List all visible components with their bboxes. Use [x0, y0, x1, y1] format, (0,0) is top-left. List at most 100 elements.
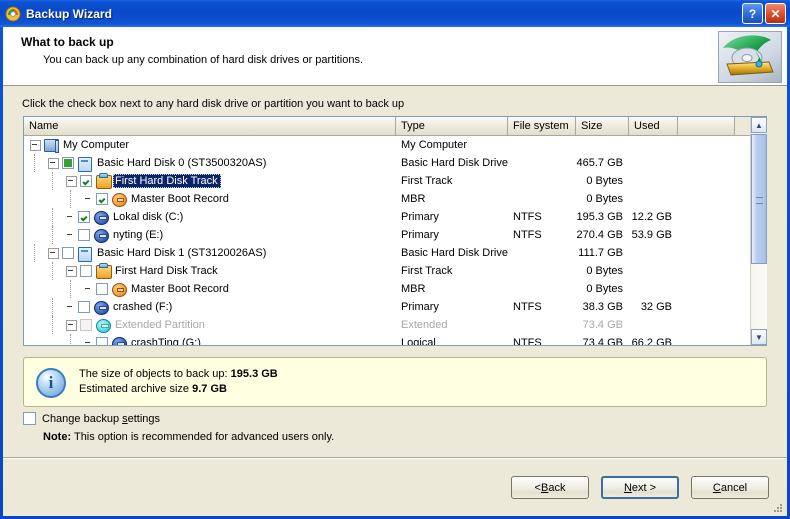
column-header-type[interactable]: Type: [396, 117, 508, 135]
cell-name: Basic Hard Disk 1 (ST3120026AS): [24, 244, 396, 262]
row-checkbox[interactable]: [80, 265, 92, 277]
table-row[interactable]: crashed (F:) Primary NTFS 38.3 GB 32 GB: [24, 298, 751, 316]
row-checkbox[interactable]: [78, 301, 90, 313]
column-header-name[interactable]: Name: [24, 117, 396, 135]
tree-spacer: [66, 213, 75, 222]
row-checkbox[interactable]: [80, 175, 92, 187]
change-backup-settings-row[interactable]: Change backup settings: [23, 412, 160, 425]
table-row[interactable]: First Hard Disk Track First Track 0 Bytes: [24, 262, 751, 280]
table-row[interactable]: Extended Partition Extended 73.4 GB: [24, 316, 751, 334]
collapse-icon[interactable]: [48, 247, 59, 259]
tree-indent: [24, 262, 66, 280]
settings-note: Note: This option is recommended for adv…: [43, 431, 334, 443]
separator: [3, 457, 787, 459]
backup-wizard-window: Backup Wizard ? ✕ What to back up You ca…: [0, 0, 790, 519]
cell-filesystem: NTFS: [513, 229, 542, 241]
cell-type: My Computer: [401, 139, 468, 151]
table-row[interactable]: Basic Hard Disk 0 (ST3500320AS) Basic Har…: [24, 154, 751, 172]
cell-name: Master Boot Record: [24, 280, 396, 298]
table-row[interactable]: My Computer My Computer: [24, 136, 751, 154]
page-title: What to back up: [21, 35, 114, 49]
cell-size: 38.3 GB: [582, 301, 623, 313]
cell-size: 111.7 GB: [578, 247, 623, 259]
table-row[interactable]: nyting (E:) Primary NTFS 270.4 GB 53.9 GB: [24, 226, 751, 244]
cell-type: Basic Hard Disk Drive: [401, 247, 508, 259]
cell-type: First Track: [401, 175, 453, 187]
back-post: ack: [548, 481, 566, 494]
back-button[interactable]: < Back: [511, 476, 589, 499]
row-name-label: crashed (F:): [113, 301, 173, 313]
cell-name: Master Boot Record: [24, 190, 396, 208]
cell-size: 73.4 GB: [582, 337, 623, 345]
column-header-file-system[interactable]: File system: [508, 117, 576, 135]
row-checkbox[interactable]: [78, 229, 90, 241]
cell-size: 0 Bytes: [586, 193, 623, 205]
column-header-size[interactable]: Size: [576, 117, 629, 135]
table-row[interactable]: Lokal disk (C:) Primary NTFS 195.3 GB 12.2 G…: [24, 208, 751, 226]
cell-used: 66.2 GB: [631, 337, 672, 345]
row-checkbox[interactable]: [96, 337, 108, 345]
table-row[interactable]: First Hard Disk Track First Track 0 Bytes: [24, 172, 751, 190]
cell-type: Logical: [401, 337, 436, 345]
column-headers: Name Type File system Size Used: [24, 117, 766, 136]
cell-name: Extended Partition: [24, 316, 396, 334]
collapse-icon[interactable]: [66, 175, 77, 187]
table-row[interactable]: crashTing (G:) Logical NTFS 73.4 GB 66.2 GB: [24, 334, 751, 345]
cell-size: 73.4 GB: [582, 319, 623, 331]
page-subtitle: You can back up any combination of hard …: [43, 54, 363, 66]
column-header-used[interactable]: Used: [629, 117, 678, 135]
table-row[interactable]: Basic Hard Disk 1 (ST3120026AS) Basic Har…: [24, 244, 751, 262]
partition-icon: [94, 210, 110, 225]
row-checkbox[interactable]: [62, 247, 74, 259]
table-row[interactable]: Master Boot Record MBR 0 Bytes: [24, 280, 751, 298]
row-name-label: Basic Hard Disk 0 (ST3500320AS): [97, 157, 267, 169]
help-button[interactable]: ?: [742, 3, 763, 24]
collapse-icon[interactable]: [66, 319, 77, 331]
tree-indent: [24, 154, 48, 172]
collapse-icon[interactable]: [48, 157, 59, 169]
scroll-down-button[interactable]: ▼: [751, 329, 767, 345]
tree-rows[interactable]: My Computer My Computer Basic Hard Disk 0 …: [24, 136, 751, 345]
tree-indent: [24, 190, 84, 208]
next-accesskey: N: [623, 481, 632, 494]
next-button[interactable]: Next >: [601, 476, 679, 499]
resize-grip[interactable]: [773, 503, 783, 513]
size-summary-value: 195.3 GB: [230, 368, 278, 380]
vertical-scrollbar[interactable]: ▲ ▼: [750, 117, 767, 345]
size-summary-line: The size of objects to back up: 195.3 GB: [79, 368, 278, 380]
row-checkbox: [80, 319, 92, 331]
cell-type: First Track: [401, 265, 453, 277]
row-checkbox[interactable]: [96, 283, 108, 295]
cancel-button[interactable]: Cancel: [691, 476, 769, 499]
cell-size: 465.7 GB: [576, 157, 623, 169]
collapse-icon[interactable]: [66, 265, 77, 277]
partition-icon: [94, 300, 110, 315]
cell-size: 270.4 GB: [576, 229, 623, 241]
window-controls: ? ✕: [742, 3, 786, 24]
cancel-post: ancel: [720, 481, 748, 494]
row-checkbox[interactable]: [62, 157, 74, 169]
cell-name: crashed (F:): [24, 298, 396, 316]
cell-size: 0 Bytes: [586, 283, 623, 295]
tree-line: [70, 280, 71, 298]
archive-size-line: Estimated archive size 9.7 GB: [79, 383, 227, 395]
wizard-icon: [5, 6, 21, 22]
collapse-icon[interactable]: [30, 139, 41, 151]
cell-type: Primary: [401, 301, 439, 313]
cell-name: nyting (E:): [24, 226, 396, 244]
row-name-label: My Computer: [63, 139, 130, 151]
row-checkbox[interactable]: [78, 211, 90, 223]
disk-tree-listview[interactable]: Name Type File system Size Used My Computer M…: [23, 116, 767, 346]
archive-size-value: 9.7 GB: [192, 383, 227, 395]
column-header-blank[interactable]: [678, 117, 735, 135]
change-backup-settings-checkbox[interactable]: [23, 412, 36, 425]
scrollbar-thumb[interactable]: [751, 134, 767, 264]
instruction-text: Click the check box next to any hard dis…: [22, 98, 405, 110]
close-button[interactable]: ✕: [765, 3, 786, 24]
row-checkbox[interactable]: [96, 193, 108, 205]
tree-indent: [24, 172, 66, 190]
tree-line: [52, 208, 53, 226]
table-row[interactable]: Master Boot Record MBR 0 Bytes: [24, 190, 751, 208]
cell-name: First Hard Disk Track: [24, 172, 396, 190]
scroll-up-button[interactable]: ▲: [751, 117, 767, 133]
